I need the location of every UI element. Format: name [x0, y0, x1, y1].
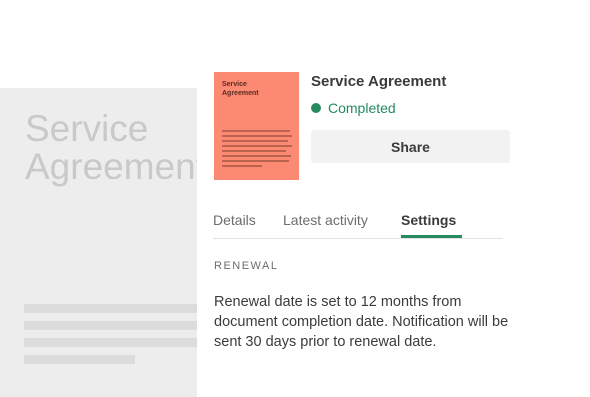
thumbnail-text-line [222, 155, 291, 157]
thumbnail-text-line [222, 130, 290, 132]
background-text-line [24, 355, 135, 364]
thumbnail-text-line [222, 160, 289, 162]
tab-details[interactable]: Details [213, 212, 256, 228]
thumbnail-text-line [222, 145, 292, 147]
background-text-line [24, 338, 197, 347]
document-thumbnail[interactable]: Service Agreement [214, 72, 299, 180]
thumbnail-text-line [222, 150, 286, 152]
document-title: Service Agreement [311, 73, 447, 90]
status-indicator: Completed [311, 100, 396, 116]
section-label-renewal: RENEWAL [214, 260, 279, 272]
tab-bar: Details Latest activity Settings [213, 205, 503, 239]
background-document-preview: Service Agreement [0, 88, 197, 397]
tab-settings[interactable]: Settings [401, 212, 456, 228]
tab-latest-activity[interactable]: Latest activity [283, 212, 368, 228]
status-text: Completed [328, 100, 396, 116]
thumbnail-text-line [222, 140, 288, 142]
thumbnail-text-line [222, 135, 292, 137]
active-tab-indicator [401, 235, 462, 238]
thumbnail-text-line [222, 165, 262, 167]
status-dot-icon [311, 103, 321, 113]
background-document-title: Service Agreement [25, 108, 197, 187]
renewal-description: Renewal date is set to 12 months from do… [214, 294, 509, 350]
thumbnail-title: Service Agreement [222, 81, 259, 97]
share-button[interactable]: Share [311, 130, 510, 163]
background-text-line [24, 304, 197, 313]
background-text-line [24, 321, 197, 330]
